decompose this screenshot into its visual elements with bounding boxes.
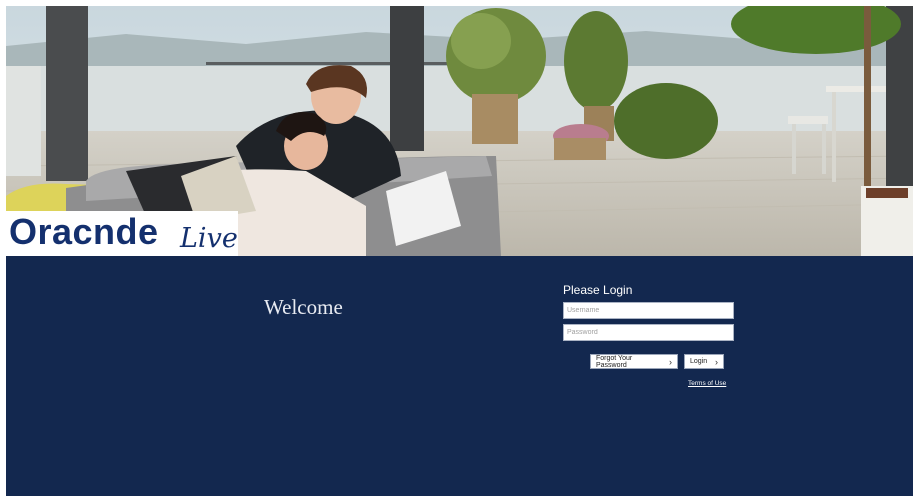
- brand-logo: Oracnde Live: [6, 211, 238, 256]
- username-input[interactable]: [563, 302, 734, 319]
- password-input[interactable]: [563, 324, 734, 341]
- login-button[interactable]: Login ›: [684, 354, 724, 369]
- welcome-heading: Welcome: [264, 295, 343, 319]
- chevron-right-icon: ›: [669, 356, 672, 367]
- chevron-right-icon: ›: [715, 356, 718, 367]
- forgot-password-button[interactable]: Forgot Your Password ›: [590, 354, 678, 369]
- page-frame: Oracnde Live Welcome Please Login Forgot…: [6, 6, 913, 496]
- hero-banner: Oracnde Live: [6, 6, 913, 256]
- brand-wordmark: Oracnde: [9, 211, 159, 252]
- login-title: Please Login: [563, 283, 633, 297]
- login-label: Login: [690, 358, 708, 365]
- forgot-password-label: Forgot Your Password: [596, 354, 633, 369]
- brand-script: Live: [180, 223, 238, 254]
- terms-of-use-link[interactable]: Terms of Use: [688, 380, 726, 387]
